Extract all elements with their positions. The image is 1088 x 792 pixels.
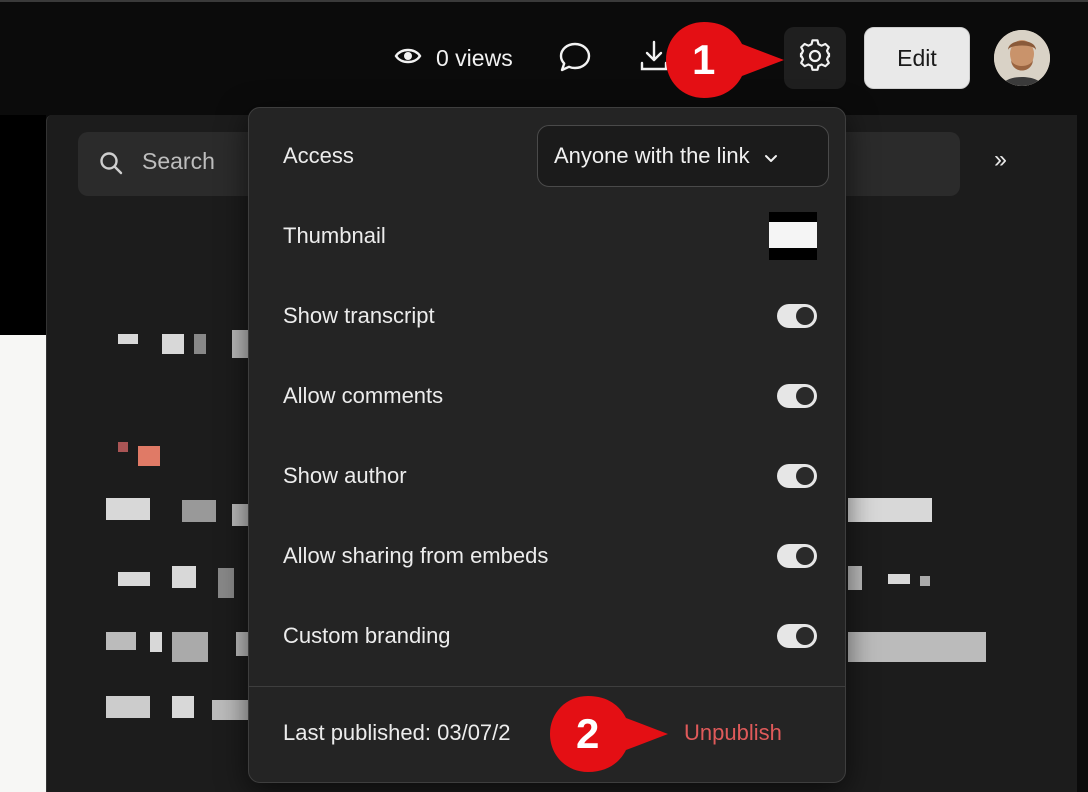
left-panel-light: [0, 335, 46, 792]
views-counter: 0 views: [394, 40, 513, 76]
allow-sharing-label: Allow sharing from embeds: [283, 543, 549, 568]
callout-2: 2: [546, 692, 672, 781]
settings-button[interactable]: [784, 27, 846, 89]
last-published-text: Last published: 03/07/2: [283, 720, 511, 745]
toggle-knob: [796, 547, 814, 565]
custom-branding-row: Custom branding: [283, 616, 817, 656]
edit-button[interactable]: Edit: [864, 27, 970, 89]
allow-comments-toggle[interactable]: [777, 384, 817, 408]
callout-2-label: 2: [576, 710, 600, 757]
show-transcript-toggle[interactable]: [777, 304, 817, 328]
views-label: 0 views: [436, 44, 513, 71]
show-transcript-label: Show transcript: [283, 303, 435, 328]
unpublish-button[interactable]: Unpublish: [684, 720, 782, 746]
user-avatar[interactable]: [994, 30, 1050, 86]
eye-icon: [394, 45, 422, 72]
access-label: Access: [283, 143, 354, 168]
allow-sharing-row: Allow sharing from embeds: [283, 536, 817, 576]
thumbnail-row: Thumbnail: [283, 212, 817, 260]
allow-sharing-toggle[interactable]: [777, 544, 817, 568]
custom-branding-toggle[interactable]: [777, 624, 817, 648]
comment-bubble-icon: [558, 40, 592, 79]
expand-panel-icon[interactable]: ››: [994, 146, 1007, 174]
show-author-row: Show author: [283, 456, 817, 496]
left-panel-dark: [0, 115, 46, 335]
toggle-knob: [796, 627, 814, 645]
search-icon: [98, 150, 124, 181]
allow-comments-label: Allow comments: [283, 383, 444, 408]
settings-popover: Access Anyone with the link Thumbnail Sh…: [248, 107, 846, 783]
show-author-label: Show author: [283, 463, 407, 488]
allow-comments-row: Allow comments: [283, 376, 817, 416]
comments-button[interactable]: [554, 38, 596, 80]
toggle-knob: [796, 467, 814, 485]
show-author-toggle[interactable]: [777, 464, 817, 488]
chevron-down-icon: [764, 143, 778, 169]
callout-1-label: 1: [692, 36, 716, 83]
custom-branding-label: Custom branding: [283, 623, 451, 648]
thumbnail-label: Thumbnail: [283, 223, 386, 248]
callout-1: 1: [662, 18, 788, 107]
search-input[interactable]: Search: [142, 148, 215, 175]
toggle-knob: [796, 307, 814, 325]
show-transcript-row: Show transcript: [283, 296, 817, 336]
thumbnail-preview[interactable]: [769, 212, 817, 260]
access-dropdown[interactable]: Anyone with the link: [537, 125, 829, 187]
gear-icon: [798, 38, 832, 78]
toggle-knob: [796, 387, 814, 405]
popover-divider: [249, 686, 845, 687]
access-selected-value: Anyone with the link: [554, 143, 750, 168]
